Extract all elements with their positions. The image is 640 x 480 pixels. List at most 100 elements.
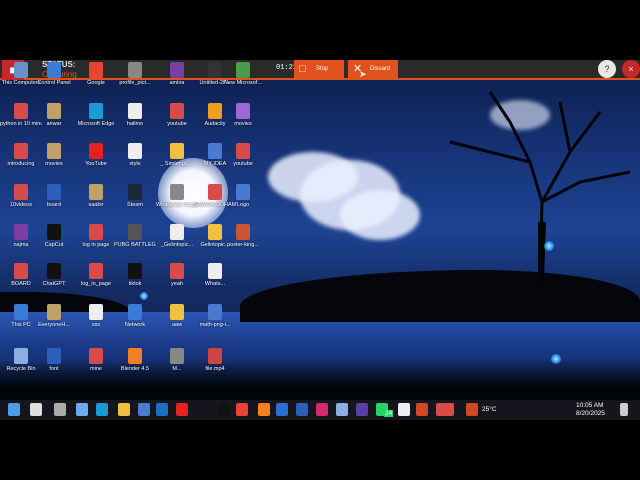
- desktop-icon[interactable]: movies: [33, 143, 75, 183]
- desktop-icon[interactable]: _ Simlengi_...: [156, 143, 198, 183]
- file-icon: [89, 263, 103, 279]
- desktop-icon[interactable]: EveryoneH...: [33, 304, 75, 344]
- desktop-icon-label: halimo: [126, 121, 144, 127]
- desktop-icon-label: Steam: [127, 202, 143, 208]
- desktop-icon[interactable]: youtube: [156, 103, 198, 143]
- desktop-icon[interactable]: profile_pict...: [114, 62, 156, 102]
- desktop-icon[interactable]: style: [114, 143, 156, 183]
- file-icon: [236, 143, 250, 159]
- weather-icon[interactable]: [466, 403, 478, 416]
- desktop-icon[interactable]: _Gelintopic...: [156, 224, 198, 264]
- app2-icon[interactable]: [336, 403, 348, 416]
- close-button[interactable]: ×: [622, 60, 640, 78]
- store-icon[interactable]: [138, 403, 150, 416]
- file-icon: [89, 348, 103, 364]
- desktop-icon[interactable]: ChatGPT: [33, 263, 75, 303]
- desktop-icon[interactable]: Network: [114, 304, 156, 344]
- desktop-icon[interactable]: font: [33, 348, 75, 388]
- file-icon: [170, 304, 184, 320]
- desktop-icon[interactable]: saabir: [75, 184, 117, 224]
- desktop-icon[interactable]: Whats...: [194, 263, 236, 303]
- desktop-icon-label: saabir: [88, 202, 104, 208]
- desktop-icon[interactable]: tiktok: [114, 263, 156, 303]
- desktop-icon[interactable]: New Microsof...: [222, 62, 264, 102]
- desktop-icon[interactable]: yeah: [156, 263, 198, 303]
- desktop-icon[interactable]: CapCut: [33, 224, 75, 264]
- desktop-icon[interactable]: YouTube: [75, 143, 117, 183]
- desktop-icon-label: math-png-i...: [199, 322, 231, 328]
- clock-time[interactable]: 10:05 AM: [576, 402, 603, 409]
- desktop-icon[interactable]: movies: [222, 103, 264, 143]
- discard-button[interactable]: ✕ Discard: [348, 60, 398, 78]
- chrome-icon[interactable]: [236, 403, 248, 416]
- stop-icon: □: [299, 63, 306, 75]
- app-icon[interactable]: [258, 403, 270, 416]
- desktop-icon[interactable]: anwar: [33, 103, 75, 143]
- edge-icon[interactable]: [96, 403, 108, 416]
- desktop-icon[interactable]: log in page: [75, 224, 117, 264]
- file-icon: [208, 62, 222, 78]
- desktop-icon[interactable]: board: [33, 184, 75, 224]
- desktop-icon[interactable]: PUBG BATTLEGRO...: [114, 224, 156, 264]
- desktop-icon[interactable]: halimo: [114, 103, 156, 143]
- desktop-icon-label: sss: [91, 322, 101, 328]
- desktop-icon[interactable]: Steam: [114, 184, 156, 224]
- desktop-icon-label: Whats...: [204, 281, 226, 287]
- copilot-icon[interactable]: [76, 403, 88, 416]
- clock-date[interactable]: 8/20/2025: [576, 410, 605, 417]
- photoshop-icon[interactable]: [276, 403, 288, 416]
- search-icon[interactable]: [30, 403, 42, 416]
- tiktok-icon[interactable]: [218, 403, 230, 416]
- taskbar: 25°C 10:05 AM 8/20/2025 24: [0, 400, 640, 420]
- file-icon: [208, 143, 222, 159]
- desktop-icon[interactable]: Logo: [222, 184, 264, 224]
- letterbox-bottom: [0, 420, 640, 480]
- indesign-icon[interactable]: [316, 403, 328, 416]
- desktop-icon[interactable]: Control Panel: [33, 62, 75, 102]
- recorder-icon[interactable]: [442, 403, 454, 416]
- desktop-icon[interactable]: Google: [75, 62, 117, 102]
- desktop-icon-label: log in page: [82, 242, 110, 248]
- desktop-icon[interactable]: log_in_page: [75, 263, 117, 303]
- file-icon: [170, 184, 184, 200]
- file-icon: [47, 224, 61, 240]
- desktop-icon[interactable]: mine: [75, 348, 117, 388]
- desktop-icon[interactable]: amiira: [156, 62, 198, 102]
- desktop-icon[interactable]: M...: [156, 348, 198, 388]
- desktop-icon[interactable]: file.mp4: [194, 348, 236, 388]
- help-button[interactable]: ?: [598, 60, 616, 78]
- desktop-icon[interactable]: poster-king...: [222, 224, 264, 264]
- desktop-icon[interactable]: Microsoft Edge: [75, 103, 117, 143]
- desktop-icon-label: EveryoneH...: [38, 322, 70, 328]
- desktop-icon[interactable]: aaw: [156, 304, 198, 344]
- file-icon: [208, 224, 222, 240]
- notification-icon[interactable]: [620, 403, 628, 416]
- outlook-icon[interactable]: [156, 403, 168, 416]
- file-icon: [128, 304, 142, 320]
- desktop-icon[interactable]: youtube: [222, 143, 264, 183]
- file-icon: [208, 184, 222, 200]
- word-icon[interactable]: [296, 403, 308, 416]
- windows-start-icon[interactable]: [8, 403, 20, 416]
- desktop-icon[interactable]: WhatsApp Image 2025...: [156, 184, 198, 224]
- desktop-icon[interactable]: Blender 4.5: [114, 348, 156, 388]
- file-icon: [14, 263, 28, 279]
- youtube-icon[interactable]: [176, 403, 188, 416]
- desktop-icon-label: CapCut: [44, 242, 64, 248]
- desktop-icon[interactable]: math-png-i...: [194, 304, 236, 344]
- file-icon: [170, 103, 184, 119]
- desktop-icon-label: M...: [172, 366, 182, 372]
- file-explorer-icon[interactable]: [118, 403, 130, 416]
- letterbox-top: [0, 0, 640, 60]
- desktop-icon-label: WhatsApp Image 2025...: [156, 202, 198, 208]
- desktop-icon-label: profile_pict...: [119, 80, 151, 86]
- file-icon: [170, 263, 184, 279]
- desktop-icon[interactable]: sss: [75, 304, 117, 344]
- desktop-icon-label: mine: [90, 366, 102, 372]
- desktop-icon-label: font: [49, 366, 59, 372]
- after-effects-icon[interactable]: [356, 403, 368, 416]
- powerpoint-icon[interactable]: [416, 403, 428, 416]
- stop-button[interactable]: □ Stop: [294, 60, 344, 78]
- task-view-icon[interactable]: [54, 403, 66, 416]
- capcut-icon[interactable]: [398, 403, 410, 416]
